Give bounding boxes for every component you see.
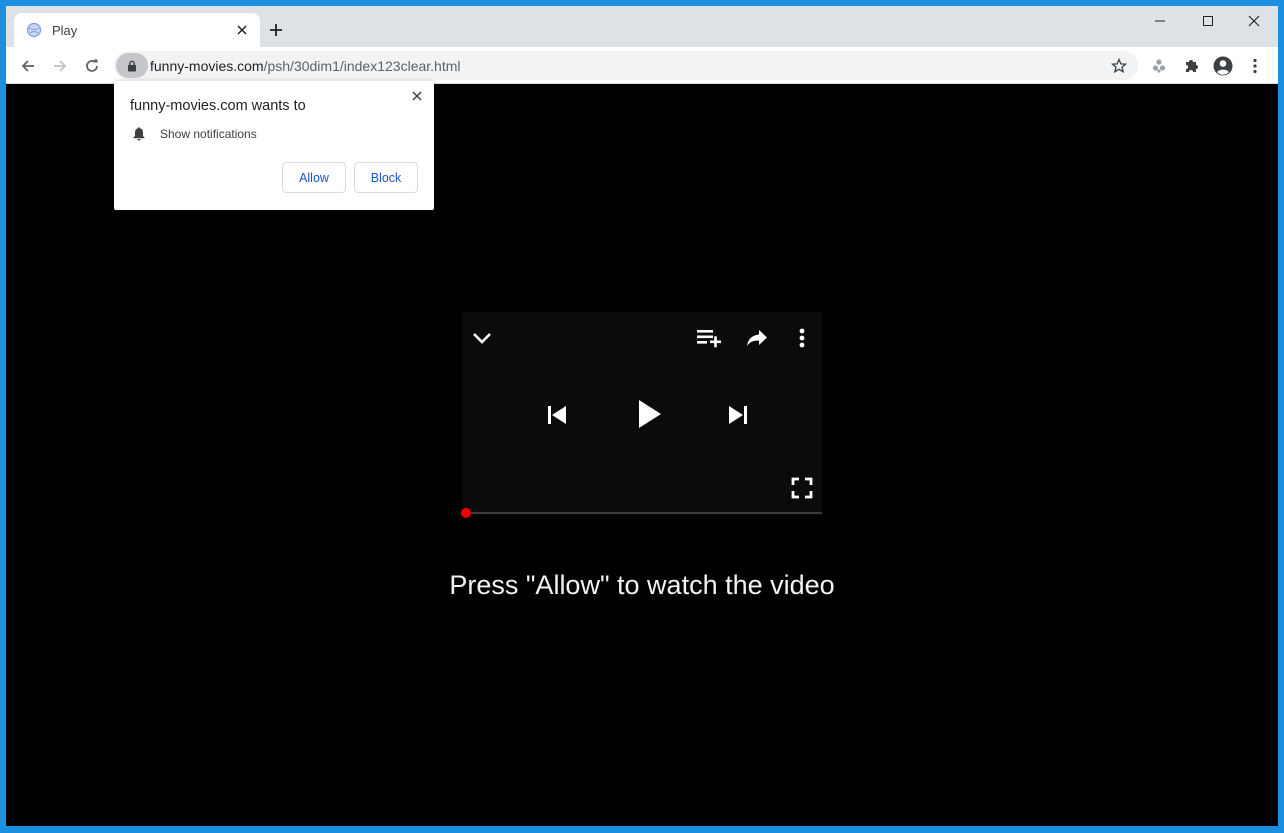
next-button[interactable] — [721, 398, 755, 432]
address-bar[interactable]: funny-movies.com/psh/30dim1/index123clea… — [114, 51, 1138, 80]
window-close-button[interactable] — [1231, 6, 1277, 36]
reload-button[interactable] — [78, 52, 106, 80]
maximize-icon — [1203, 16, 1213, 26]
menu-button[interactable] — [1241, 52, 1269, 80]
play-icon — [639, 400, 661, 428]
permission-request-text: Show notifications — [160, 126, 257, 141]
previous-button[interactable] — [540, 398, 574, 432]
extension-alt-icon — [1152, 59, 1166, 73]
play-button[interactable] — [628, 392, 672, 436]
close-icon — [412, 91, 422, 101]
bell-icon — [133, 127, 145, 141]
maximize-button[interactable] — [1185, 6, 1231, 36]
toolbar: funny-movies.com/psh/30dim1/index123clea… — [6, 47, 1278, 84]
url-host: funny-movies.com — [150, 57, 264, 74]
arrow-right-icon — [54, 60, 67, 72]
minimize-icon — [1155, 20, 1165, 22]
url-text: funny-movies.com/psh/30dim1/index123clea… — [150, 58, 461, 74]
allow-instruction-text: Press "Allow" to watch the video — [449, 570, 835, 600]
video-player[interactable] — [461, 312, 822, 518]
skip-previous-icon — [548, 406, 566, 424]
prompt-close-button[interactable] — [408, 87, 426, 105]
url-path: /psh/30dim1/index123clear.html — [263, 57, 461, 74]
more-vert-icon — [799, 328, 805, 348]
profile-icon — [1213, 56, 1233, 76]
skip-next-icon — [729, 406, 747, 424]
back-button[interactable] — [14, 52, 42, 80]
tab-strip: Play — [6, 6, 1278, 47]
kebab-menu-icon — [1253, 58, 1257, 74]
more-options-button[interactable] — [792, 325, 812, 351]
arrow-left-icon — [21, 60, 34, 72]
lock-icon — [128, 60, 136, 71]
playlist-add-icon — [697, 330, 721, 348]
tab-close-icon[interactable] — [234, 22, 250, 38]
tab-play[interactable]: Play — [14, 13, 260, 47]
reload-icon — [86, 59, 98, 72]
extension-button[interactable] — [1145, 52, 1173, 80]
share-icon — [747, 330, 767, 346]
progress-bar[interactable] — [461, 508, 822, 518]
new-tab-button[interactable] — [264, 18, 288, 42]
add-to-queue-button[interactable] — [695, 325, 723, 351]
bookmark-button[interactable] — [1108, 55, 1130, 77]
globe-icon — [26, 22, 42, 38]
share-button[interactable] — [743, 325, 771, 351]
chevron-down-icon — [473, 333, 491, 344]
progress-scrubber[interactable] — [461, 508, 471, 518]
browser-window: Play funny-movies.com/psh/30dim1/index12… — [6, 6, 1278, 826]
notification-permission-prompt: funny-movies.com wants to Show notificat… — [114, 81, 434, 210]
star-icon — [1111, 58, 1127, 74]
puzzle-icon — [1186, 60, 1198, 72]
close-icon — [1248, 15, 1260, 27]
forward-button[interactable] — [46, 52, 74, 80]
permission-request-row: Show notifications — [132, 126, 257, 141]
minimize-button[interactable] — [1137, 6, 1183, 36]
minimize-player-button[interactable] — [470, 326, 494, 350]
extensions-menu-button[interactable] — [1177, 52, 1205, 80]
tab-title: Play — [52, 22, 78, 38]
fullscreen-button[interactable] — [789, 475, 815, 501]
fullscreen-icon — [791, 477, 813, 499]
prompt-heading: funny-movies.com wants to — [130, 98, 306, 114]
plus-icon — [270, 24, 282, 36]
profile-button[interactable] — [1209, 52, 1237, 80]
site-info-button[interactable] — [116, 53, 148, 78]
block-button[interactable]: Block — [354, 162, 418, 193]
allow-button[interactable]: Allow — [282, 162, 346, 193]
